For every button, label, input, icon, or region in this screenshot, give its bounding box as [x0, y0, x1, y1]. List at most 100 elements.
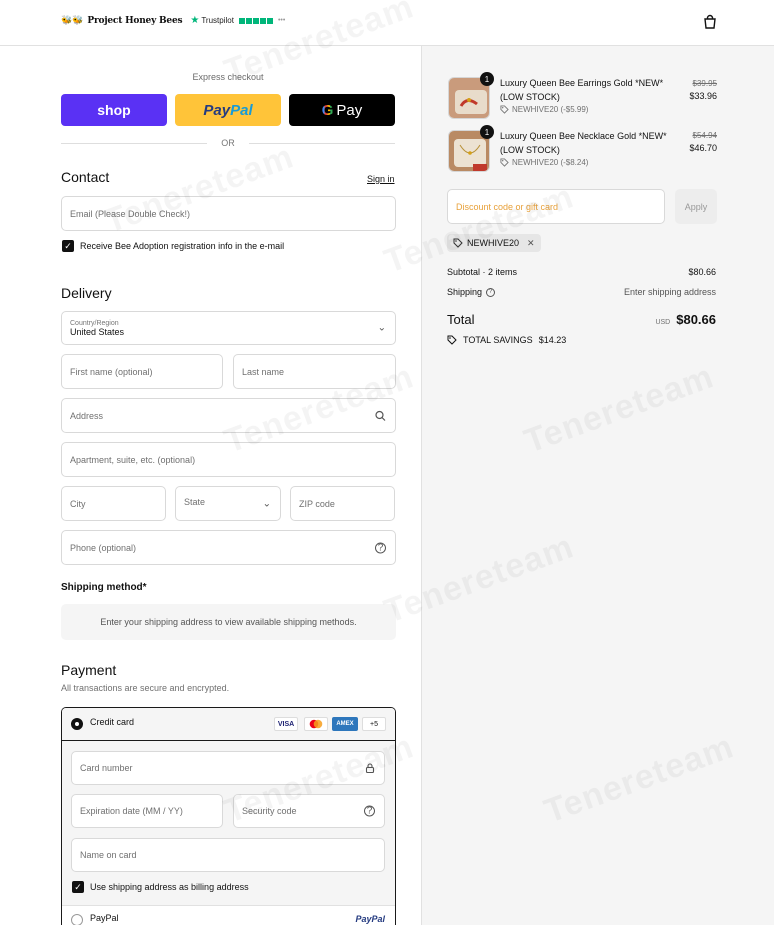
order-summary	[421, 46, 774, 925]
checkout-page: 🐝🐝 Project Honey Bees ★ Trustpilot ••• E…	[0, 0, 774, 925]
total-savings-label: TOTAL SAVINGS	[463, 335, 533, 345]
help-icon[interactable]: ?	[375, 542, 386, 553]
total-label: Total	[447, 312, 475, 327]
trustpilot-rating-icon	[238, 17, 273, 24]
shop-pay-label: shop	[97, 102, 131, 118]
amex-icon: AMEX	[332, 717, 358, 731]
bee-logo-icon: 🐝🐝	[61, 15, 84, 25]
tag-icon	[500, 105, 509, 114]
apply-button[interactable]: Apply	[675, 189, 717, 224]
chevron-down-icon: ⌄	[377, 322, 386, 334]
name-on-card-field[interactable]: Name on card	[71, 838, 385, 872]
shop-pay-button[interactable]: shop	[61, 94, 167, 126]
original-price: $39.95	[692, 79, 717, 88]
item-title: Luxury Queen Bee Earrings Gold *NEW* (LO…	[500, 78, 664, 102]
total-savings-row: TOTAL SAVINGS $14.23	[447, 335, 566, 345]
item-title: Luxury Queen Bee Necklace Gold *NEW* (LO…	[500, 131, 667, 155]
security-code-field[interactable]: Security code ?	[233, 794, 385, 828]
apartment-field[interactable]: Apartment, suite, etc. (optional)	[61, 442, 396, 477]
country-label: Country/Region	[70, 319, 119, 327]
paypal-logo-icon: PayPal	[355, 914, 385, 924]
first-name-field[interactable]: First name (optional)	[61, 354, 223, 389]
brand[interactable]: 🐝🐝 Project Honey Bees ★ Trustpilot •••	[61, 15, 285, 26]
remove-discount-icon[interactable]: ✕	[527, 238, 535, 249]
visa-icon: VISA	[274, 717, 298, 731]
store-name: Project Honey Bees	[87, 15, 183, 26]
state-placeholder: State	[184, 497, 206, 507]
email-placeholder: Email (Please Double Check!)	[70, 208, 191, 219]
shipping-method-box: Enter your shipping address to view avai…	[61, 604, 396, 640]
total-value: $80.66	[676, 312, 716, 327]
newsletter-checkbox[interactable]: ✓	[62, 240, 74, 252]
discount-code-field[interactable]: Discount code or gift card	[447, 189, 665, 224]
lock-icon	[365, 763, 375, 774]
search-icon	[375, 410, 386, 421]
sign-in-link[interactable]: Sign in	[367, 174, 395, 184]
payment-methods: Credit card VISA AMEX +5 Card number Exp…	[61, 707, 396, 925]
apartment-placeholder: Apartment, suite, etc. (optional)	[70, 454, 196, 465]
newsletter-label: Receive Bee Adoption registration info i…	[80, 241, 285, 251]
zip-field[interactable]: ZIP code	[290, 486, 395, 521]
total-savings-value: $14.23	[538, 335, 567, 345]
paypal-express-button[interactable]: Pay Pal	[175, 94, 281, 126]
trustpilot-widget[interactable]: ★ Trustpilot •••	[190, 15, 285, 26]
shopping-bag-icon[interactable]	[702, 14, 718, 30]
city-placeholder: City	[70, 498, 86, 509]
zip-placeholder: ZIP code	[299, 498, 335, 509]
subtotal-label: Subtotal · 2 items	[447, 267, 518, 277]
credit-card-label: Credit card	[90, 717, 135, 727]
credit-card-option[interactable]: Credit card VISA AMEX +5	[62, 708, 395, 741]
quantity-badge: 1	[480, 125, 494, 139]
or-divider: OR	[61, 138, 395, 148]
billing-same-checkbox[interactable]: ✓	[72, 881, 84, 893]
card-number-field[interactable]: Card number	[71, 751, 385, 785]
help-icon[interactable]: ?	[486, 287, 496, 297]
paypal-label-pal: Pal	[230, 101, 253, 119]
shipping-label: Shipping	[447, 287, 483, 297]
card-number-placeholder: Card number	[80, 763, 133, 773]
item-price: $46.70	[689, 143, 717, 153]
last-name-placeholder: Last name	[242, 366, 285, 377]
google-pay-button[interactable]: G Pay	[289, 94, 395, 126]
original-price: $54.94	[692, 131, 717, 140]
applied-discount-code: NEWHIVE20	[467, 238, 520, 248]
shipping-row: Shipping ?	[447, 287, 496, 297]
phone-placeholder: Phone (optional)	[70, 542, 137, 553]
phone-field[interactable]: Phone (optional) ?	[61, 530, 396, 565]
quantity-badge: 1	[480, 72, 494, 86]
shipping-method-title: Shipping method*	[61, 582, 147, 593]
expiration-field[interactable]: Expiration date (MM / YY)	[71, 794, 223, 828]
or-label: OR	[221, 138, 235, 148]
last-name-field[interactable]: Last name	[233, 354, 396, 389]
credit-card-radio[interactable]	[71, 718, 83, 730]
state-select[interactable]: State ⌄	[175, 486, 281, 521]
help-icon[interactable]: ?	[364, 805, 375, 817]
paypal-label: PayPal	[90, 913, 119, 923]
discount-code-placeholder: Discount code or gift card	[456, 201, 559, 212]
address-field[interactable]: Address	[61, 398, 396, 433]
mastercard-icon	[304, 717, 328, 731]
item-discount-label: NEWHIVE20 (-$8.24)	[512, 158, 589, 167]
paypal-radio[interactable]	[71, 914, 83, 925]
paypal-option[interactable]: PayPal PayPal	[62, 905, 395, 925]
express-checkout-label: Express checkout	[192, 72, 264, 82]
email-field[interactable]: Email (Please Double Check!)	[61, 196, 396, 231]
address-placeholder: Address	[70, 410, 104, 421]
item-discount: NEWHIVE20 (-$8.24)	[500, 158, 588, 167]
city-field[interactable]: City	[61, 486, 166, 521]
applied-discount-chip: NEWHIVE20 ✕	[447, 234, 541, 252]
country-value: United States	[70, 326, 125, 337]
currency-label: USD	[655, 319, 671, 326]
name-on-card-placeholder: Name on card	[80, 850, 137, 860]
billing-same-label: Use shipping address as billing address	[90, 882, 249, 892]
item-discount-label: NEWHIVE20 (-$5.99)	[512, 105, 589, 114]
tag-icon	[447, 335, 457, 345]
payment-title: Payment	[61, 662, 117, 678]
trustpilot-label: Trustpilot	[201, 16, 234, 25]
tag-icon	[453, 238, 463, 248]
security-code-placeholder: Security code	[242, 806, 297, 816]
first-name-placeholder: First name (optional)	[70, 366, 153, 377]
tag-icon	[500, 158, 509, 167]
google-pay-label: Pay	[336, 101, 363, 119]
country-select[interactable]: Country/Region United States ⌄	[61, 311, 396, 345]
